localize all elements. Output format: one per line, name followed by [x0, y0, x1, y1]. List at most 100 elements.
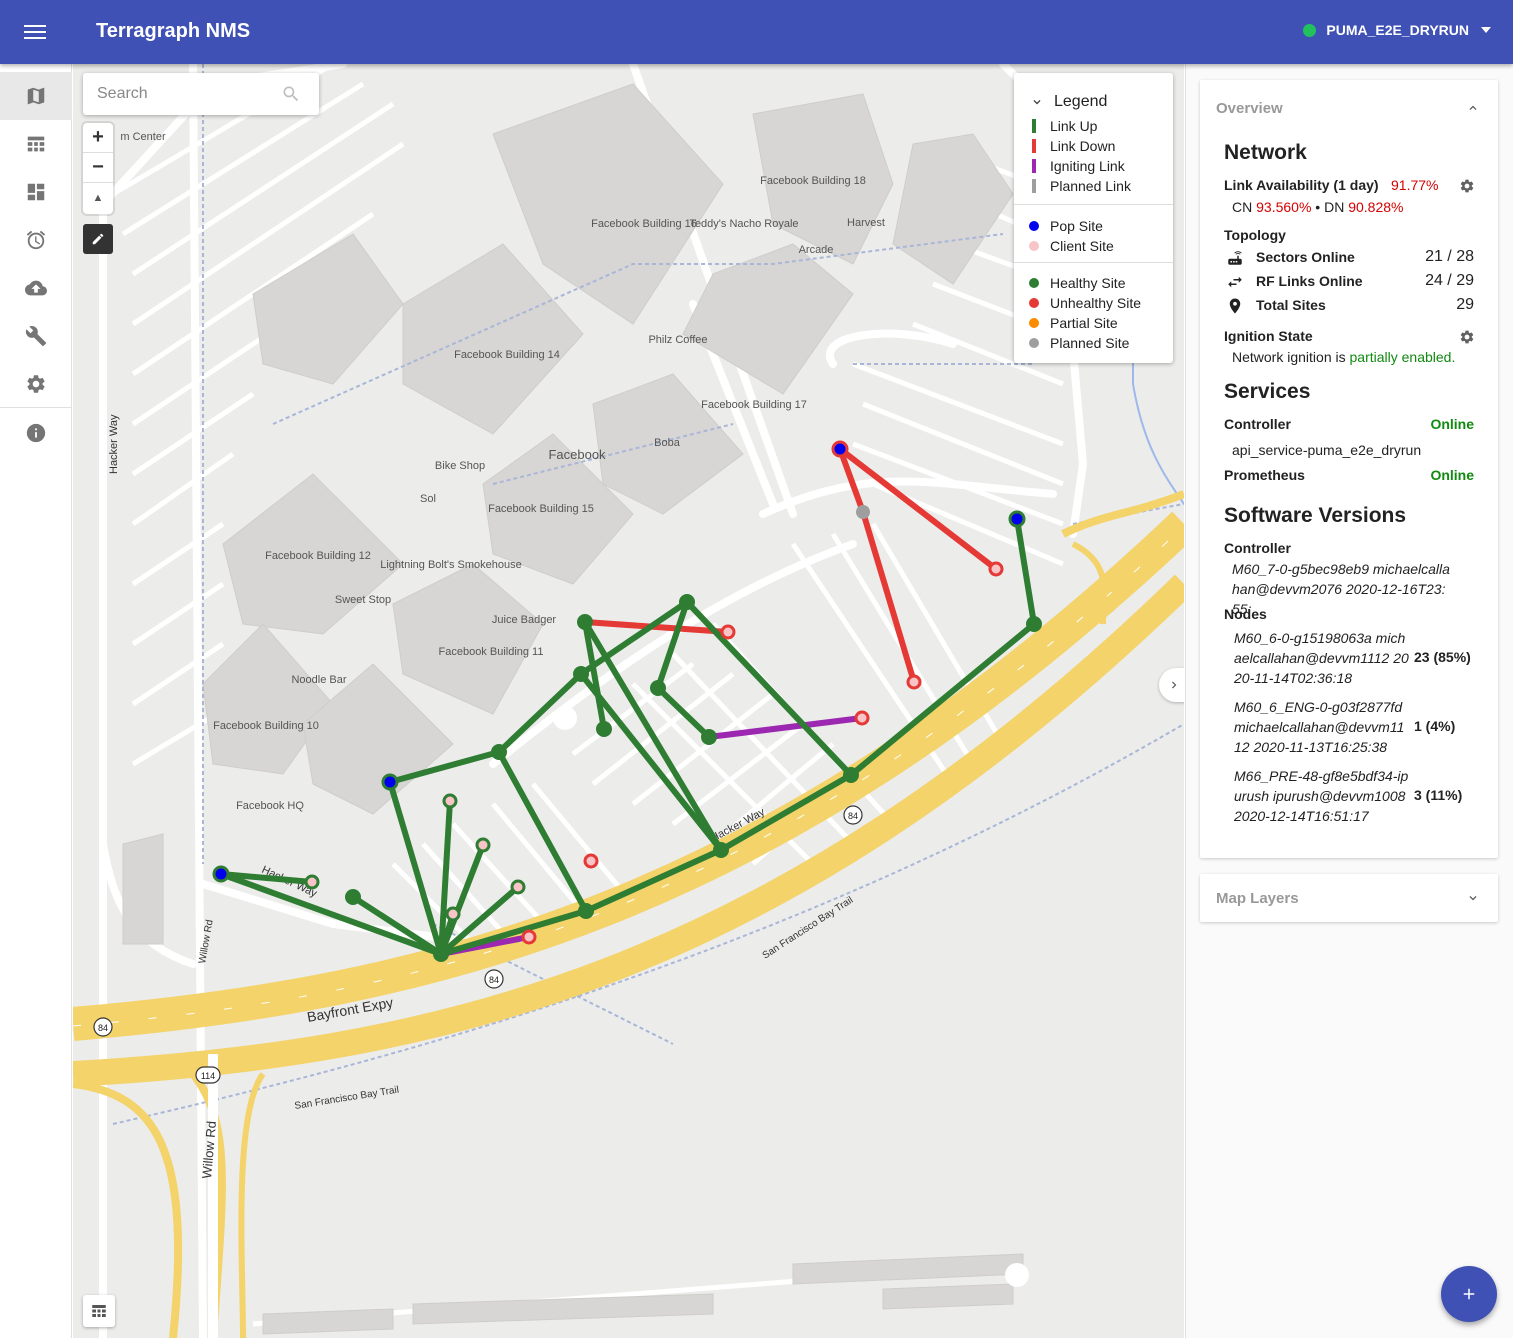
chevron-up-icon[interactable]: [1466, 101, 1480, 115]
healthy-site[interactable]: [843, 767, 859, 783]
nav-settings[interactable]: [0, 360, 72, 408]
sectors-label: Sectors Online: [1256, 249, 1355, 265]
legend-divider: [1014, 262, 1173, 263]
route-shield: 84: [484, 969, 504, 989]
place-label: Sweet Stop: [335, 594, 391, 606]
chevron-right-icon: [1172, 681, 1177, 689]
pop-site[interactable]: [212, 865, 230, 883]
healthy-site[interactable]: [491, 744, 507, 760]
prometheus-status: Online: [1430, 467, 1474, 483]
place-label: Facebook Building 18: [760, 175, 866, 187]
legend-item: Planned Link: [1032, 178, 1131, 194]
client-site[interactable]: [475, 837, 491, 853]
healthy-site[interactable]: [1026, 616, 1042, 632]
legend-item: Link Down: [1032, 138, 1115, 154]
client-site[interactable]: [510, 879, 526, 895]
search-icon[interactable]: [281, 84, 301, 104]
swap-arrows-icon: [1228, 276, 1242, 288]
client-site[interactable]: [521, 929, 537, 945]
nav-dashboards[interactable]: [0, 168, 72, 216]
client-site[interactable]: [304, 874, 320, 890]
place-label: Boba: [654, 437, 681, 449]
zoom-out-button[interactable]: −: [83, 153, 113, 183]
ignition-status: Network ignition is partially enabled.: [1232, 349, 1455, 365]
place-label: m Center: [120, 131, 166, 143]
map-view[interactable]: 84 84 84 114 m Center Facebook Building …: [73, 64, 1184, 1338]
route-shield-label: 84: [98, 1023, 108, 1033]
network-selector[interactable]: PUMA_E2E_DRYRUN: [1303, 22, 1491, 38]
rf-links-value: 24 / 29: [1425, 272, 1474, 289]
overview-header[interactable]: Overview: [1216, 100, 1283, 117]
chevron-down-icon: [1033, 100, 1041, 105]
nav-alarms[interactable]: [0, 216, 72, 264]
legend-item: Partial Site: [1029, 315, 1118, 331]
services-title: Services: [1224, 380, 1311, 403]
route-shield-label: 114: [201, 1071, 215, 1081]
place-label: Facebook: [548, 447, 606, 462]
client-site[interactable]: [906, 674, 922, 690]
pop-site[interactable]: [381, 773, 399, 791]
place-label: Noodle Bar: [291, 674, 346, 686]
add-button[interactable]: [1441, 1266, 1497, 1322]
ignition-prefix: Network ignition is: [1232, 349, 1346, 365]
healthy-site[interactable]: [713, 842, 729, 858]
legend-swatch: [1029, 278, 1039, 288]
nav-upgrade[interactable]: [0, 264, 72, 312]
healthy-site[interactable]: [577, 614, 593, 630]
draw-button[interactable]: [83, 224, 113, 254]
sw-controller-label: Controller: [1224, 540, 1291, 556]
map-layers-header[interactable]: Map Layers: [1216, 890, 1299, 907]
legend-item: Planned Site: [1029, 335, 1130, 351]
legend-label: Igniting Link: [1050, 158, 1125, 174]
plus-icon: [1463, 1288, 1475, 1300]
gear-icon[interactable]: [1459, 178, 1475, 194]
healthy-site[interactable]: [701, 729, 717, 745]
chevron-down-icon[interactable]: [1466, 891, 1480, 905]
legend-label: Pop Site: [1050, 218, 1103, 234]
pop-site[interactable]: [831, 440, 849, 458]
legend-header[interactable]: Legend: [1030, 93, 1107, 111]
search-input[interactable]: [97, 85, 277, 103]
nav-map[interactable]: [0, 72, 72, 120]
legend-label: Partial Site: [1050, 315, 1118, 331]
legend-swatch: [1029, 318, 1039, 328]
legend-label: Link Up: [1050, 118, 1098, 134]
legend-label: Healthy Site: [1050, 275, 1126, 291]
nav-config[interactable]: [0, 312, 72, 360]
healthy-site[interactable]: [345, 889, 361, 905]
legend-label: Link Down: [1050, 138, 1116, 154]
map-layers-card[interactable]: Map Layers: [1200, 874, 1498, 922]
dashboard-icon: [27, 183, 45, 201]
client-site[interactable]: [854, 710, 870, 726]
nav-about[interactable]: [0, 409, 72, 457]
client-site[interactable]: [442, 793, 458, 809]
legend-swatch: [1032, 119, 1036, 133]
place-label: Bike Shop: [435, 460, 485, 472]
app-bar: Terragraph NMS PUMA_E2E_DRYRUN: [0, 0, 1513, 64]
client-site[interactable]: [445, 906, 461, 922]
healthy-site[interactable]: [650, 680, 666, 696]
menu-icon[interactable]: [24, 22, 46, 42]
healthy-site[interactable]: [573, 666, 589, 682]
planned-site[interactable]: [856, 505, 870, 519]
client-site[interactable]: [988, 561, 1004, 577]
map-legend: Legend Link Up Link Down Igniting Link P…: [1014, 73, 1173, 363]
healthy-site[interactable]: [578, 903, 594, 919]
healthy-site[interactable]: [679, 594, 695, 610]
legend-swatch: [1032, 139, 1036, 153]
location-pin-icon: [1229, 298, 1241, 314]
network-name: PUMA_E2E_DRYRUN: [1326, 22, 1469, 38]
pop-site[interactable]: [1008, 510, 1026, 528]
zoom-in-button[interactable]: +: [83, 123, 113, 153]
client-site[interactable]: [583, 853, 599, 869]
table-toggle-button[interactable]: [83, 1295, 115, 1327]
healthy-site[interactable]: [433, 946, 449, 962]
pencil-icon: [92, 233, 104, 245]
legend-label: Planned Site: [1050, 335, 1130, 351]
network-title: Network: [1224, 141, 1307, 164]
healthy-site[interactable]: [596, 721, 612, 737]
gear-icon[interactable]: [1459, 329, 1475, 345]
nav-tables[interactable]: [0, 120, 72, 168]
client-site[interactable]: [720, 624, 736, 640]
compass-button[interactable]: ▲: [83, 183, 113, 213]
